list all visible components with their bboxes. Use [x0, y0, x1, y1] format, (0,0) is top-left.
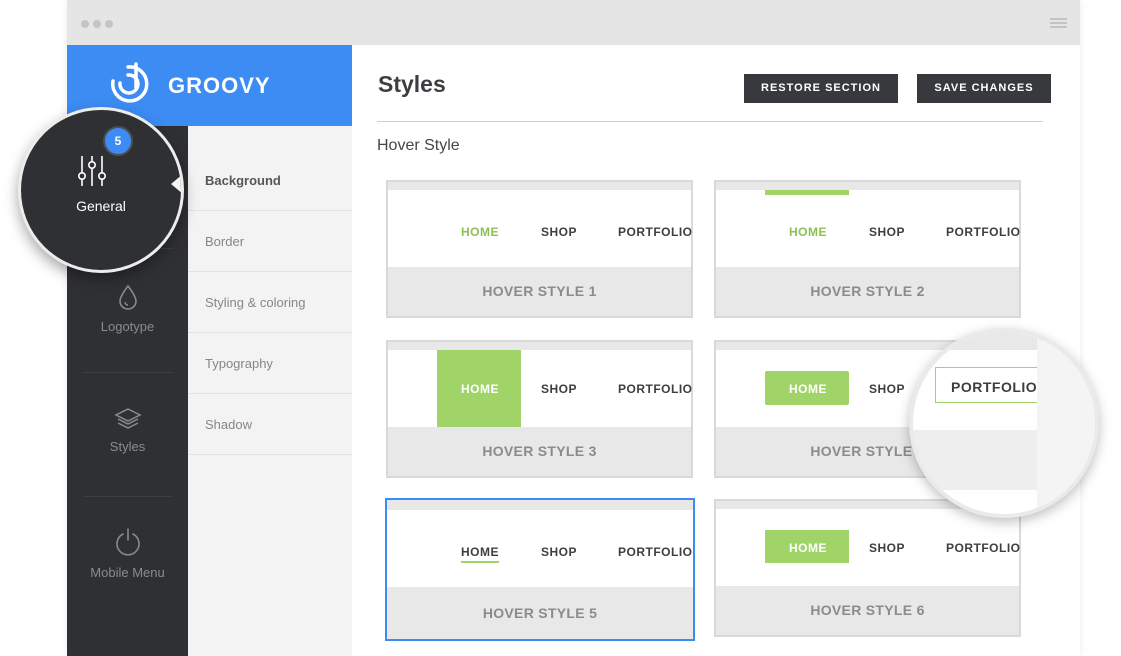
- hamburger-menu-icon[interactable]: [1050, 18, 1067, 30]
- zoom-right-area: [1037, 332, 1095, 514]
- nav-shop: SHOP: [869, 225, 906, 239]
- nav-home: HOME: [789, 382, 827, 396]
- rail-item-styles[interactable]: Styles: [67, 406, 188, 454]
- sliders-icon: [77, 156, 106, 186]
- zoom-portfolio-label: PORTFOLIO: [951, 379, 1038, 395]
- hover-indicator: [765, 190, 849, 195]
- card-nav-preview: HOME SHOP PORTFOLIO: [388, 350, 693, 427]
- nav-shop: SHOP: [541, 545, 578, 559]
- active-pointer: [171, 174, 181, 194]
- card-caption: HOVER STYLE 5: [482, 605, 598, 621]
- submenu-item-styling-coloring[interactable]: Styling & coloring: [188, 272, 352, 333]
- card-caption: HOVER STYLE 2: [810, 283, 925, 299]
- general-magnifier[interactable]: General: [18, 107, 184, 273]
- card-strip: [388, 342, 691, 350]
- card-nav-preview: HOME SHOP PORTFOLIO: [388, 190, 693, 267]
- card-nav-preview: HOME SHOP PORTFOLIO: [716, 190, 1021, 267]
- title-divider: [377, 121, 1043, 122]
- rail-item-logotype[interactable]: Logotype: [67, 284, 188, 334]
- nav-home: HOME: [461, 225, 499, 239]
- submenu-item-typography[interactable]: Typography: [188, 333, 352, 394]
- restore-section-button[interactable]: RESTORE SECTION: [744, 74, 898, 103]
- power-icon: [115, 528, 140, 556]
- submenu-item-background[interactable]: Background: [188, 150, 352, 211]
- card-nav-preview: HOME SHOP PORTFOLIO: [387, 510, 693, 587]
- brand-name: GROOVY: [168, 73, 271, 98]
- hover-indicator: [461, 561, 499, 563]
- card-strip: [387, 500, 693, 508]
- sub-menu: Background Border Styling & coloring Typ…: [188, 126, 352, 656]
- card-strip: [388, 182, 691, 190]
- card-caption: HOVER STYLE 1: [482, 283, 597, 299]
- nav-home: HOME: [789, 541, 827, 555]
- nav-shop: SHOP: [869, 382, 906, 396]
- rail-item-label: Styles: [109, 439, 146, 454]
- hover-style-card-6[interactable]: HOME SHOP PORTFOLIO HOVER STYLE 6: [714, 499, 1021, 637]
- page-title: Styles: [378, 71, 446, 97]
- window-dots-icon: [81, 20, 113, 28]
- zoom-strip: [913, 332, 1039, 350]
- hover-style-card-2[interactable]: HOME SHOP PORTFOLIO HOVER STYLE 2: [714, 180, 1021, 318]
- nav-home: HOME: [461, 382, 499, 396]
- hover-style-card-5[interactable]: HOME SHOP PORTFOLIO HOVER STYLE 5: [385, 498, 695, 641]
- title-bar: [67, 0, 1080, 45]
- nav-portfolio: PORTFOLIO: [618, 225, 693, 239]
- drop-icon: [118, 284, 137, 310]
- submenu-item-shadow[interactable]: Shadow: [188, 394, 352, 455]
- rail-item-general-label: General: [76, 198, 126, 214]
- card-strip: [716, 182, 1019, 190]
- zoom-caption-area: [913, 430, 1039, 490]
- card-caption: HOVER STYLE 6: [810, 602, 925, 618]
- card-caption: HOVER STYLE 3: [482, 443, 597, 459]
- nav-portfolio: PORTFOLIO: [946, 225, 1021, 239]
- zoom-magnifier: PORTFOLIO: [909, 328, 1099, 518]
- rail-divider: [83, 496, 173, 497]
- rail-item-label: Logotype: [100, 319, 155, 334]
- nav-home: HOME: [461, 545, 499, 559]
- card-nav-preview: HOME SHOP PORTFOLIO: [716, 509, 1021, 586]
- rail-item-label: Mobile Menu: [90, 565, 165, 580]
- hover-style-card-1[interactable]: HOME SHOP PORTFOLIO HOVER STYLE 1: [386, 180, 693, 318]
- nav-portfolio: PORTFOLIO: [946, 541, 1021, 555]
- rail-divider: [83, 372, 173, 373]
- notification-badge: 5: [105, 128, 131, 154]
- nav-home: HOME: [789, 225, 827, 239]
- save-changes-button[interactable]: SAVE CHANGES: [917, 74, 1051, 103]
- hover-style-card-3[interactable]: HOME SHOP PORTFOLIO HOVER STYLE 3: [386, 340, 693, 478]
- section-label: Hover Style: [377, 137, 460, 154]
- nav-portfolio: PORTFOLIO: [618, 545, 693, 559]
- rail-item-mobile-menu[interactable]: Mobile Menu: [67, 526, 188, 580]
- nav-shop: SHOP: [541, 382, 578, 396]
- nav-shop: SHOP: [541, 225, 578, 239]
- submenu-item-border[interactable]: Border: [188, 211, 352, 272]
- layers-icon: [113, 408, 142, 429]
- nav-shop: SHOP: [869, 541, 906, 555]
- groovy-logo-icon: [111, 62, 149, 103]
- app-window: GROOVY Logotype Styles Mobile Menu Backg…: [67, 0, 1080, 656]
- nav-portfolio: PORTFOLIO: [618, 382, 693, 396]
